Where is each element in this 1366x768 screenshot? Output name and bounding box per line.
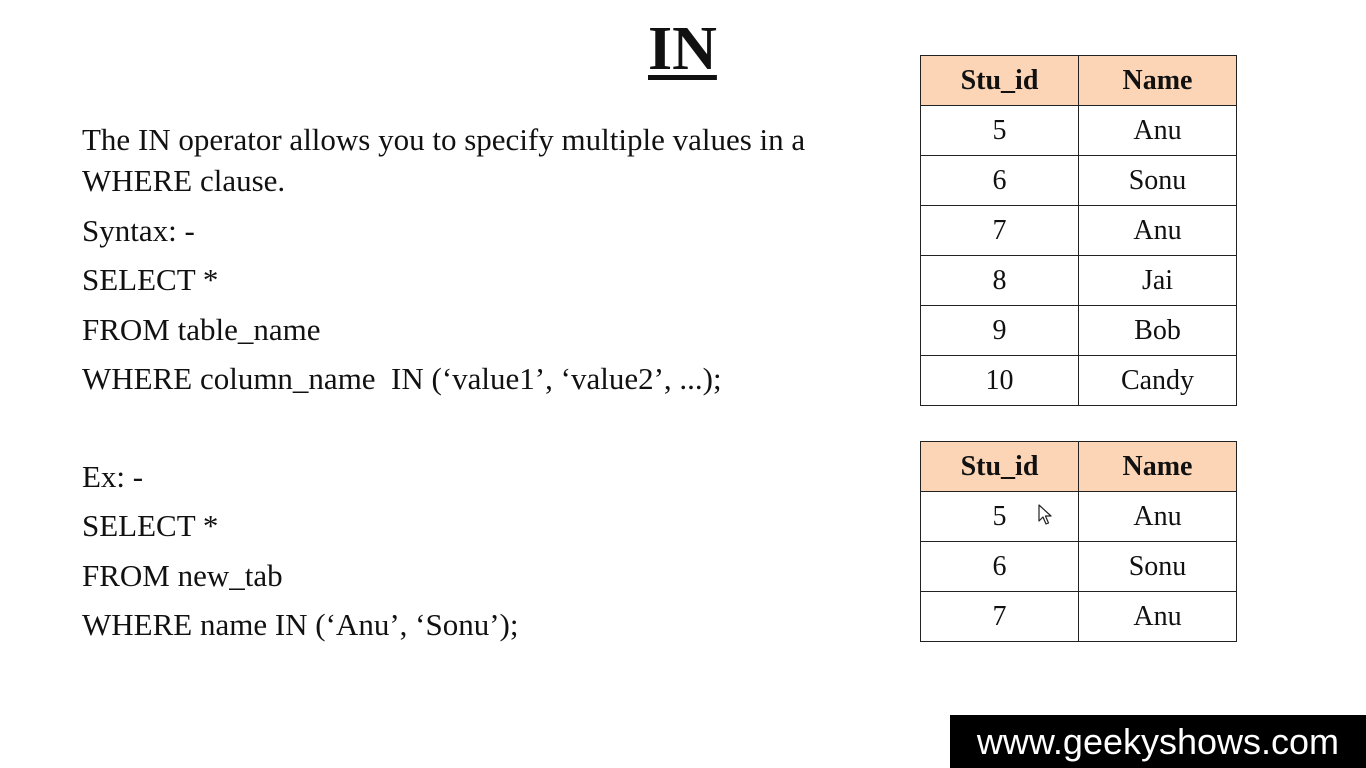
- watermark: www.geekyshows.com: [950, 715, 1366, 768]
- cell-name: Anu: [1078, 491, 1237, 542]
- table-row: 7 Anu: [920, 591, 1237, 642]
- source-table: Stu_id Name 5 Anu 6 Sonu 7 Anu 8 Jai 9 B…: [920, 55, 1237, 406]
- description-line-2: WHERE clause.: [82, 163, 286, 198]
- syntax-line-1: SELECT *: [82, 262, 219, 297]
- table-row: 5 Anu: [920, 105, 1237, 156]
- cell-stu-id: 6: [920, 541, 1079, 592]
- slide: IN The IN operator allows you to specify…: [0, 0, 1366, 768]
- example-line-1: SELECT *: [82, 508, 219, 543]
- cell-stu-id: 6: [920, 155, 1079, 206]
- header-name: Name: [1078, 55, 1237, 106]
- cell-stu-id: 8: [920, 255, 1079, 306]
- cell-name: Sonu: [1078, 155, 1237, 206]
- cell-name: Anu: [1078, 205, 1237, 256]
- table-row: 6 Sonu: [920, 541, 1237, 592]
- result-table: Stu_id Name 5 Anu 6 Sonu 7 Anu: [920, 441, 1237, 642]
- cell-stu-id: 7: [920, 591, 1079, 642]
- syntax-line-3: WHERE column_name IN (‘value1’, ‘value2’…: [82, 361, 722, 396]
- table-row: 9 Bob: [920, 305, 1237, 356]
- description-line-1: The IN operator allows you to specify mu…: [82, 122, 806, 157]
- cell-name: Anu: [1078, 105, 1237, 156]
- table-header-row: Stu_id Name: [920, 55, 1237, 106]
- cell-stu-id: 5: [920, 105, 1079, 156]
- cell-stu-id: 5: [920, 491, 1079, 542]
- cell-stu-id: 7: [920, 205, 1079, 256]
- example-line-3: WHERE name IN (‘Anu’, ‘Sonu’);: [82, 607, 519, 642]
- table-row: 8 Jai: [920, 255, 1237, 306]
- table-row: 10 Candy: [920, 355, 1237, 406]
- slide-title: IN: [648, 15, 717, 83]
- syntax-line-2: FROM table_name: [82, 312, 321, 347]
- table-row: 7 Anu: [920, 205, 1237, 256]
- cell-stu-id: 9: [920, 305, 1079, 356]
- cell-name: Sonu: [1078, 541, 1237, 592]
- syntax-label: Syntax: -: [82, 213, 195, 248]
- cell-name: Bob: [1078, 305, 1237, 356]
- cell-stu-id: 10: [920, 355, 1079, 406]
- example-label: Ex: -: [82, 459, 144, 494]
- table-row: 6 Sonu: [920, 155, 1237, 206]
- example-line-2: FROM new_tab: [82, 558, 283, 593]
- header-stu-id: Stu_id: [920, 55, 1079, 106]
- table-row: 5 Anu: [920, 491, 1237, 542]
- header-stu-id: Stu_id: [920, 441, 1079, 492]
- header-name: Name: [1078, 441, 1237, 492]
- cell-name: Anu: [1078, 591, 1237, 642]
- table-header-row: Stu_id Name: [920, 441, 1237, 492]
- cell-name: Candy: [1078, 355, 1237, 406]
- cell-name: Jai: [1078, 255, 1237, 306]
- mouse-pointer-icon: [1038, 504, 1052, 525]
